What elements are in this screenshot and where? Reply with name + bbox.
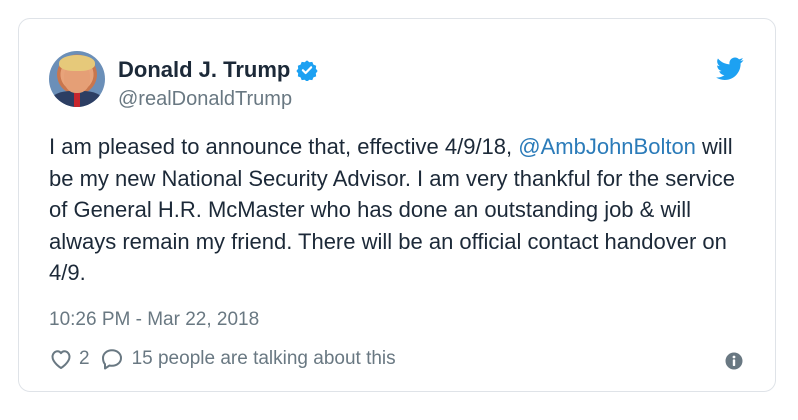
speech-bubble-icon[interactable] — [100, 347, 124, 371]
tweet-timestamp[interactable]: 10:26 PM - Mar 22, 2018 — [49, 308, 259, 332]
heart-icon[interactable] — [49, 347, 73, 371]
author-handle[interactable]: @realDonaldTrump — [118, 87, 292, 111]
tweet-text-start: I am pleased to announce that, effective… — [49, 134, 519, 159]
like-count[interactable]: 2 — [79, 348, 90, 370]
author-name[interactable]: Donald J. Trump — [118, 57, 290, 83]
embedded-tweet-card: Donald J. Trump @realDonaldTrump I am pl… — [18, 18, 776, 392]
twitter-bird-icon[interactable] — [716, 57, 744, 81]
mention-link[interactable]: @AmbJohnBolton — [518, 134, 696, 159]
tweet-text: I am pleased to announce that, effective… — [49, 131, 749, 289]
author-avatar[interactable] — [49, 51, 105, 107]
verified-badge-icon — [296, 60, 318, 81]
info-icon[interactable] — [725, 352, 743, 370]
talking-about-link[interactable]: 15 people are talking about this — [132, 348, 396, 370]
tweet-actions: 2 15 people are talking about this — [49, 347, 396, 371]
author-name-row: Donald J. Trump — [118, 57, 318, 83]
